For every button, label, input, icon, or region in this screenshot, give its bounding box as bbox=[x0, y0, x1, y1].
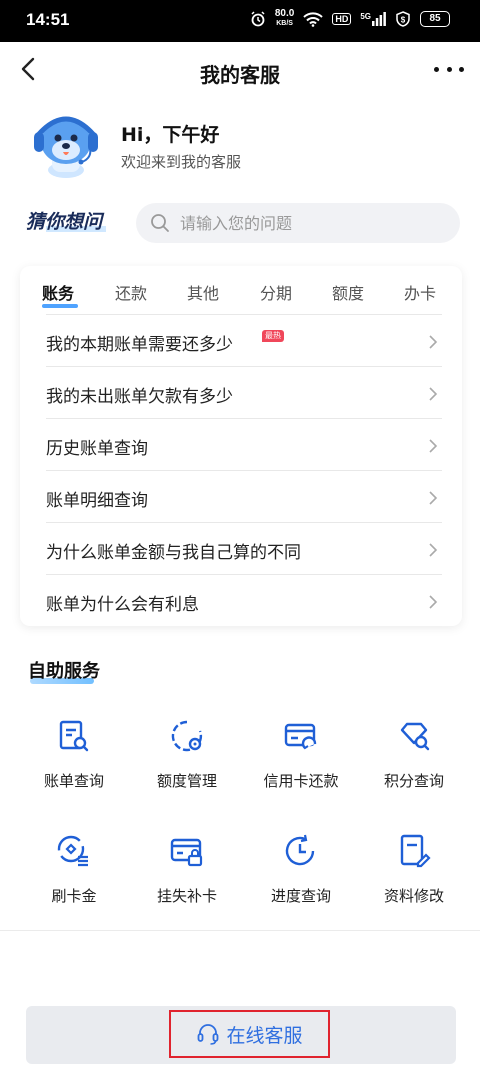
self-service-title: 自助服务 bbox=[28, 661, 100, 682]
guess-you-ask-logo: 猜你想问 bbox=[26, 207, 107, 234]
signal-bars-icon bbox=[372, 12, 386, 26]
search-input[interactable] bbox=[180, 203, 450, 243]
faq-item[interactable]: 我的未出账单欠款有多少 bbox=[46, 366, 442, 418]
service-card-repayment[interactable]: 信用卡还款 bbox=[251, 718, 351, 818]
service-bill-query[interactable]: 账单查询 bbox=[24, 718, 124, 818]
progress-clock-icon bbox=[285, 834, 315, 866]
edit-document-icon bbox=[400, 834, 431, 868]
page-title: 我的客服 bbox=[200, 63, 280, 87]
service-points-query[interactable]: 积分查询 bbox=[364, 718, 464, 818]
wifi-icon bbox=[303, 11, 324, 27]
chevron-right-icon bbox=[429, 335, 438, 349]
service-quota-management[interactable]: 额度管理 bbox=[137, 718, 237, 818]
service-label: 额度管理 bbox=[156, 772, 217, 790]
tab-card-apply[interactable]: 办卡 bbox=[404, 280, 436, 304]
chevron-right-icon bbox=[429, 595, 438, 609]
chevron-right-icon bbox=[429, 387, 438, 401]
search-icon bbox=[151, 214, 169, 232]
chevron-right-icon bbox=[429, 543, 438, 557]
greeting-title: Hi，下午好 bbox=[121, 124, 220, 146]
online-service-button[interactable]: 在线客服 bbox=[169, 1010, 330, 1058]
network-speed-unit: KB/S bbox=[276, 20, 293, 27]
faq-item[interactable]: 账单明细查询 bbox=[46, 470, 442, 522]
service-label: 进度查询 bbox=[270, 887, 331, 905]
greeting-subtitle: 欢迎来到我的客服 bbox=[121, 153, 242, 171]
network-speed: 80.0 KB/S bbox=[275, 9, 294, 29]
faq-item[interactable]: 为什么账单金额与我自己算的不同 bbox=[46, 522, 442, 574]
faq-question: 账单为什么会有利息 bbox=[46, 595, 199, 615]
service-label: 信用卡还款 bbox=[263, 772, 339, 790]
faq-question: 为什么账单金额与我自己算的不同 bbox=[46, 543, 301, 563]
status-time: 14:51 bbox=[26, 10, 70, 29]
faq-list: 我的本期账单需要还多少 最热 我的未出账单欠款有多少 历史账单查询 账单明细查询… bbox=[46, 314, 442, 626]
more-options-icon[interactable] bbox=[434, 62, 464, 76]
service-label: 刷卡金 bbox=[51, 887, 97, 905]
service-label: 挂失补卡 bbox=[156, 887, 217, 905]
tab-other[interactable]: 其他 bbox=[187, 280, 219, 304]
nav-bar: 我的客服 bbox=[0, 42, 480, 100]
tab-account[interactable]: 账务 bbox=[42, 280, 74, 304]
faq-question: 账单明细查询 bbox=[46, 491, 148, 511]
greeting-section: Hi，下午好 欢迎来到我的客服 bbox=[30, 108, 450, 180]
status-bar: 14:51 80.0 KB/S HD 5G $ 85 bbox=[0, 0, 480, 42]
svg-text:$: $ bbox=[401, 16, 406, 25]
active-tab-indicator bbox=[42, 304, 78, 308]
signal-label: 5G bbox=[360, 12, 371, 21]
faq-question: 我的本期账单需要还多少 bbox=[46, 335, 233, 355]
faq-item[interactable]: 我的本期账单需要还多少 最热 bbox=[46, 314, 442, 366]
signal-indicator: 5G bbox=[360, 12, 386, 26]
service-label: 账单查询 bbox=[43, 772, 104, 790]
bottom-bar: 在线客服 bbox=[26, 1006, 456, 1064]
service-label: 积分查询 bbox=[383, 772, 444, 790]
service-swipe-reward[interactable]: 刷卡金 bbox=[24, 833, 124, 933]
shield-dollar-icon: $ bbox=[396, 11, 410, 27]
faq-item[interactable]: 账单为什么会有利息 bbox=[46, 574, 442, 626]
search-box[interactable] bbox=[136, 203, 460, 243]
tab-repayment[interactable]: 还款 bbox=[115, 280, 147, 304]
hd-badge: HD bbox=[332, 13, 352, 25]
alarm-icon bbox=[251, 11, 265, 27]
faq-item[interactable]: 历史账单查询 bbox=[46, 418, 442, 470]
status-icons: 80.0 KB/S HD 5G $ 85 bbox=[250, 9, 450, 29]
points-search-icon bbox=[400, 722, 430, 751]
service-progress-query[interactable]: 进度查询 bbox=[251, 833, 351, 933]
faq-card: 账务 还款 其他 分期 额度 办卡 我的本期账单需要还多少 最热 我的未出账单欠… bbox=[20, 266, 462, 626]
headset-icon bbox=[198, 1024, 219, 1045]
bill-search-icon bbox=[59, 720, 89, 752]
faq-question: 历史账单查询 bbox=[46, 439, 148, 459]
service-report-loss[interactable]: 挂失补卡 bbox=[137, 833, 237, 933]
hot-badge: 最热 bbox=[262, 330, 284, 342]
card-repay-icon bbox=[284, 723, 317, 750]
chevron-right-icon bbox=[429, 439, 438, 453]
service-profile-edit[interactable]: 资料修改 bbox=[364, 833, 464, 933]
section-divider bbox=[0, 930, 480, 931]
quota-settings-icon bbox=[171, 720, 203, 752]
chevron-right-icon bbox=[429, 491, 438, 505]
mascot-avatar bbox=[34, 116, 98, 178]
tab-credit-limit[interactable]: 额度 bbox=[332, 280, 364, 304]
network-speed-value: 80.0 bbox=[274, 8, 295, 19]
battery-indicator: 85 bbox=[420, 11, 450, 27]
faq-tabs: 账务 还款 其他 分期 额度 办卡 bbox=[20, 266, 462, 314]
swipe-reward-icon bbox=[57, 835, 88, 867]
service-label: 资料修改 bbox=[383, 887, 444, 905]
faq-question: 我的未出账单欠款有多少 bbox=[46, 387, 233, 407]
tab-installment[interactable]: 分期 bbox=[260, 280, 292, 304]
online-service-label: 在线客服 bbox=[226, 1024, 303, 1047]
search-row: 猜你想问 bbox=[26, 203, 460, 243]
card-lock-icon bbox=[170, 838, 203, 867]
